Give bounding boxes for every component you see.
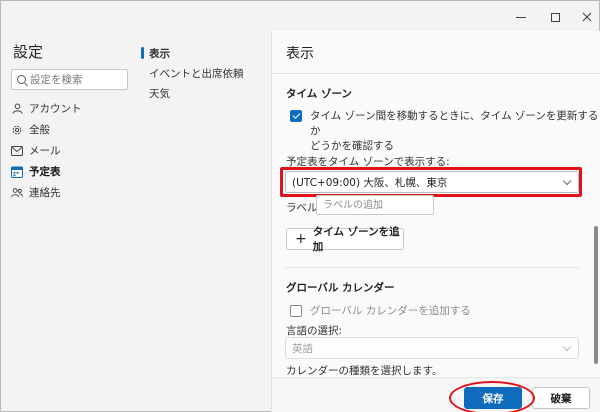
chevron-down-icon [562,342,572,352]
settings-content: 表示 タイム ゾーン タイム ゾーン間を移動するときに、タイム ゾーンを更新する… [271,31,600,412]
language-select[interactable]: 英語 [285,337,579,359]
timezone-update-option[interactable]: タイム ゾーン間を移動するときに、タイム ゾーンを更新するか どうかを確認する [290,109,600,154]
nav-item-general[interactable]: 全般 [11,119,131,140]
section-divider [285,267,579,268]
settings-title: 設定 [13,43,44,61]
language-label: 言語の選択: [286,325,343,337]
subnav-item-view[interactable]: 表示 [141,43,266,63]
global-calendar-checkbox[interactable] [290,305,302,317]
footer-bar: 保存 破棄 [272,377,600,412]
minimize-button[interactable] [507,7,535,27]
people-icon [11,187,23,199]
nav-item-label: 全般 [29,124,50,136]
nav-item-account[interactable]: アカウント [11,98,131,119]
scrollbar[interactable] [594,226,598,364]
highlight-ring [449,381,535,412]
plus-icon: + [295,231,307,247]
settings-search[interactable] [11,69,128,90]
nav-item-label: 予定表 [29,166,61,178]
mail-icon [11,145,23,157]
timezone-label-input[interactable] [316,195,434,215]
maximize-button[interactable] [541,7,569,27]
add-timezone-label: タイム ゾーンを追加 [312,226,400,253]
nav-item-label: 連絡先 [29,187,61,199]
global-calendar-text: グローバル カレンダーを追加する [310,305,471,317]
page-title: 表示 [286,46,314,62]
highlight-box [280,167,582,197]
nav-item-mail[interactable]: メール [11,140,131,161]
nav-item-contacts[interactable]: 連絡先 [11,182,131,203]
timezone-update-line1: タイム ゾーン間を移動するときに、タイム ゾーンを更新するか [310,110,599,137]
global-calendar-heading: グローバル カレンダー [286,282,395,294]
timezone-update-checkbox[interactable] [290,110,302,122]
close-button[interactable] [573,7,600,27]
search-icon [17,75,26,84]
minimize-icon [516,16,526,18]
settings-window: 設定 アカウント 全般 メール 予定表 [0,0,600,412]
person-icon [11,103,23,115]
calendar-icon [11,166,23,178]
nav-item-calendar[interactable]: 予定表 [11,161,131,182]
settings-nav: アカウント 全般 メール 予定表 連絡先 [11,98,131,203]
subnav-item-events[interactable]: イベントと出席依頼 [141,63,266,83]
nav-item-label: メール [29,145,61,157]
global-calendar-option[interactable]: グローバル カレンダーを追加する [290,304,471,319]
calendar-subnav: 表示 イベントと出席依頼 天気 [141,43,266,103]
add-timezone-button[interactable]: + タイム ゾーンを追加 [286,226,404,253]
subnav-item-weather[interactable]: 天気 [141,83,266,103]
gear-icon [11,124,23,136]
discard-button[interactable]: 破棄 [532,387,590,409]
maximize-icon [550,12,560,22]
title-divider [272,73,600,74]
close-icon [582,12,592,22]
search-input[interactable] [30,73,126,86]
timezone-update-line2: どうかを確認する [310,140,394,152]
calendar-type-label: カレンダーの種類を選択します。 [286,365,443,377]
timezone-heading: タイム ゾーン [286,88,352,100]
language-select-value: 英語 [292,342,313,355]
timezone-update-text: タイム ゾーン間を移動するときに、タイム ゾーンを更新するか どうかを確認する [310,109,600,154]
nav-item-label: アカウント [29,103,82,115]
